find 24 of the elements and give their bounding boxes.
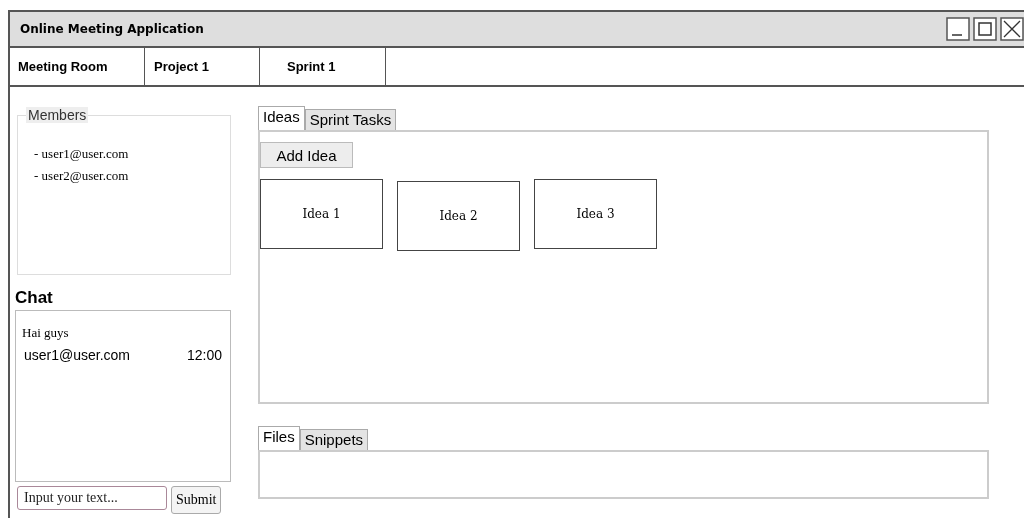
- close-icon[interactable]: [1000, 17, 1024, 41]
- member-item: - user1@user.com: [34, 145, 130, 163]
- add-idea-button[interactable]: Add Idea: [260, 142, 353, 168]
- member-item: - user2@user.com: [34, 167, 130, 185]
- chat-time: 12:00: [186, 347, 222, 363]
- minimize-icon[interactable]: [946, 17, 970, 41]
- submit-button[interactable]: Submit: [171, 486, 222, 514]
- members-title: Members: [26, 107, 89, 123]
- chat-message: Hai guys: [22, 325, 70, 341]
- nav-tab[interactable]: Project 1: [145, 48, 260, 85]
- chat-input[interactable]: Input your text...: [17, 486, 167, 510]
- tab[interactable]: Ideas: [258, 106, 305, 130]
- idea-card[interactable]: Idea 2: [397, 181, 520, 251]
- tab[interactable]: Sprint Tasks: [304, 109, 397, 130]
- chat-heading: Chat: [15, 288, 54, 308]
- maximize-icon[interactable]: [973, 17, 997, 41]
- chat-sender: user1@user.com: [24, 347, 131, 363]
- nav-tab[interactable]: Sprint 1: [260, 48, 386, 85]
- nav-tab[interactable]: Meeting Room: [10, 48, 145, 85]
- tab[interactable]: Files: [258, 426, 300, 450]
- idea-card[interactable]: Idea 3: [534, 179, 657, 249]
- idea-card[interactable]: Idea 1: [260, 179, 383, 249]
- window-title: Online Meeting Application: [20, 22, 204, 36]
- tab[interactable]: Snippets: [299, 429, 369, 450]
